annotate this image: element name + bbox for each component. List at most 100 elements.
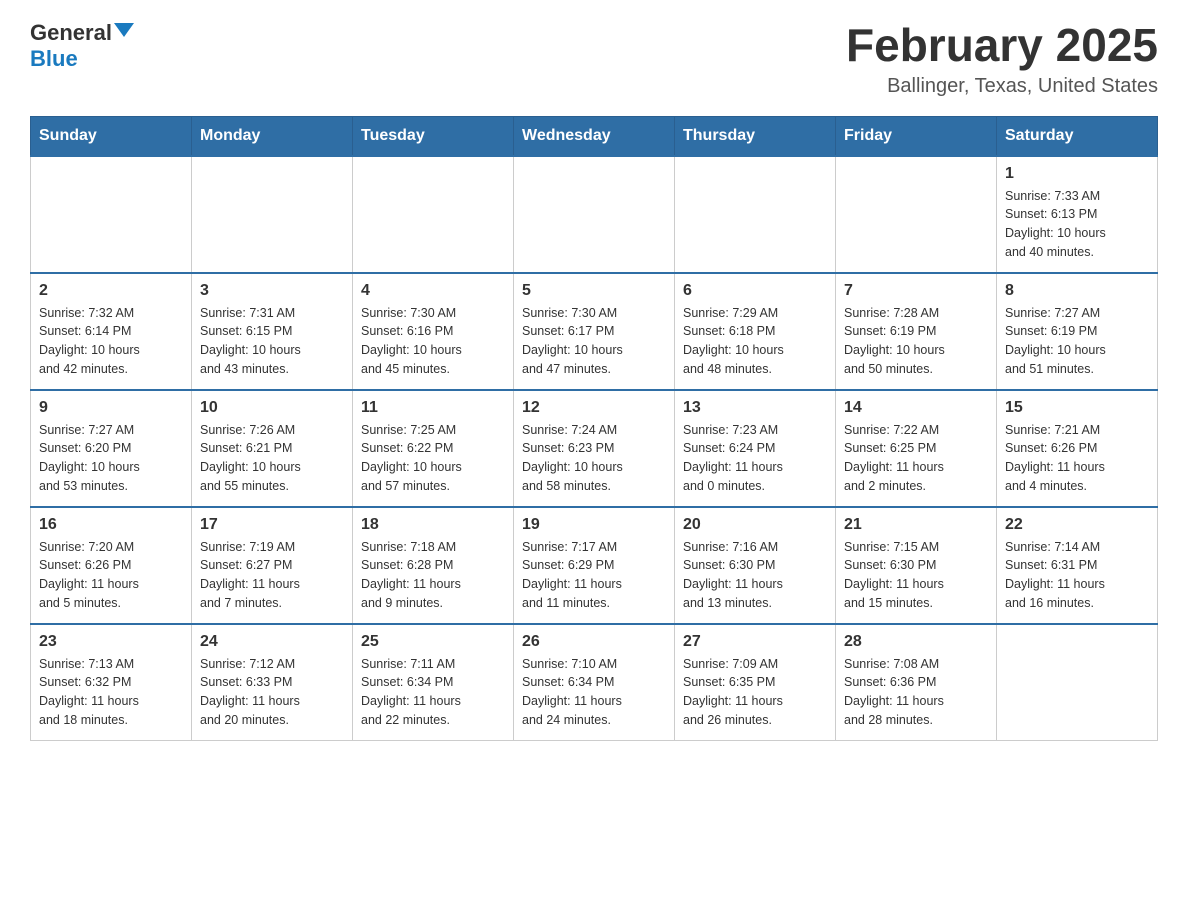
day-info: Sunrise: 7:30 AM Sunset: 6:16 PM Dayligh…: [361, 304, 505, 379]
calendar-cell: [192, 156, 353, 273]
day-number: 11: [361, 399, 505, 417]
day-number: 23: [39, 633, 183, 651]
day-info: Sunrise: 7:13 AM Sunset: 6:32 PM Dayligh…: [39, 655, 183, 730]
title-block: February 2025 Ballinger, Texas, United S…: [846, 20, 1158, 98]
day-number: 1: [1005, 165, 1149, 183]
day-info: Sunrise: 7:28 AM Sunset: 6:19 PM Dayligh…: [844, 304, 988, 379]
day-number: 14: [844, 399, 988, 417]
day-of-week-header: Wednesday: [514, 116, 675, 156]
day-info: Sunrise: 7:14 AM Sunset: 6:31 PM Dayligh…: [1005, 538, 1149, 613]
day-info: Sunrise: 7:25 AM Sunset: 6:22 PM Dayligh…: [361, 421, 505, 496]
logo-blue-text: Blue: [30, 46, 78, 72]
day-info: Sunrise: 7:21 AM Sunset: 6:26 PM Dayligh…: [1005, 421, 1149, 496]
calendar-cell: 20 Sunrise: 7:16 AM Sunset: 6:30 PM Dayli…: [675, 507, 836, 624]
day-number: 4: [361, 282, 505, 300]
calendar-cell: 16Sunrise: 7:20 AM Sunset: 6:26 PM Dayli…: [31, 507, 192, 624]
calendar-week-row: 9 Sunrise: 7:27 AM Sunset: 6:20 PM Daylig…: [31, 390, 1158, 507]
day-info: Sunrise: 7:23 AM Sunset: 6:24 PM Dayligh…: [683, 421, 827, 496]
day-info: Sunrise: 7:31 AM Sunset: 6:15 PM Dayligh…: [200, 304, 344, 379]
day-of-week-header: Saturday: [997, 116, 1158, 156]
day-number: 26: [522, 633, 666, 651]
calendar-cell: 19 Sunrise: 7:17 AM Sunset: 6:29 PM Dayli…: [514, 507, 675, 624]
calendar-cell: 17 Sunrise: 7:19 AM Sunset: 6:27 PM Dayli…: [192, 507, 353, 624]
day-number: 16: [39, 516, 183, 534]
calendar-cell: [836, 156, 997, 273]
calendar-cell: 25Sunrise: 7:11 AM Sunset: 6:34 PM Dayli…: [353, 624, 514, 741]
day-number: 2: [39, 282, 183, 300]
calendar-cell: [31, 156, 192, 273]
day-number: 19: [522, 516, 666, 534]
day-number: 17: [200, 516, 344, 534]
calendar-cell: 1 Sunrise: 7:33 AM Sunset: 6:13 PM Daylig…: [997, 156, 1158, 273]
page-header: General Blue February 2025 Ballinger, Te…: [30, 20, 1158, 98]
calendar-cell: 10 Sunrise: 7:26 AM Sunset: 6:21 PM Dayli…: [192, 390, 353, 507]
calendar-cell: 13 Sunrise: 7:23 AM Sunset: 6:24 PM Dayli…: [675, 390, 836, 507]
day-number: 12: [522, 399, 666, 417]
day-info: Sunrise: 7:12 AM Sunset: 6:33 PM Dayligh…: [200, 655, 344, 730]
day-number: 8: [1005, 282, 1149, 300]
day-number: 3: [200, 282, 344, 300]
day-number: 7: [844, 282, 988, 300]
calendar-cell: 28 Sunrise: 7:08 AM Sunset: 6:36 PM Dayli…: [836, 624, 997, 741]
calendar-cell: 6 Sunrise: 7:29 AM Sunset: 6:18 PM Daylig…: [675, 273, 836, 390]
day-number: 10: [200, 399, 344, 417]
day-number: 18: [361, 516, 505, 534]
calendar-table: SundayMondayTuesdayWednesdayThursdayFrid…: [30, 116, 1158, 741]
day-info: Sunrise: 7:10 AM Sunset: 6:34 PM Dayligh…: [522, 655, 666, 730]
calendar-cell: [997, 624, 1158, 741]
logo: General Blue: [30, 20, 134, 72]
calendar-week-row: 16Sunrise: 7:20 AM Sunset: 6:26 PM Dayli…: [31, 507, 1158, 624]
day-info: Sunrise: 7:15 AM Sunset: 6:30 PM Dayligh…: [844, 538, 988, 613]
calendar-cell: 12 Sunrise: 7:24 AM Sunset: 6:23 PM Dayli…: [514, 390, 675, 507]
day-number: 21: [844, 516, 988, 534]
day-info: Sunrise: 7:30 AM Sunset: 6:17 PM Dayligh…: [522, 304, 666, 379]
day-of-week-header: Tuesday: [353, 116, 514, 156]
day-number: 24: [200, 633, 344, 651]
day-info: Sunrise: 7:29 AM Sunset: 6:18 PM Dayligh…: [683, 304, 827, 379]
calendar-cell: [514, 156, 675, 273]
day-number: 20: [683, 516, 827, 534]
day-info: Sunrise: 7:09 AM Sunset: 6:35 PM Dayligh…: [683, 655, 827, 730]
calendar-week-row: 1 Sunrise: 7:33 AM Sunset: 6:13 PM Daylig…: [31, 156, 1158, 273]
day-of-week-header: Sunday: [31, 116, 192, 156]
day-info: Sunrise: 7:27 AM Sunset: 6:20 PM Dayligh…: [39, 421, 183, 496]
calendar-cell: 3 Sunrise: 7:31 AM Sunset: 6:15 PM Daylig…: [192, 273, 353, 390]
logo-triangle-icon: [114, 23, 134, 37]
calendar-cell: 5 Sunrise: 7:30 AM Sunset: 6:17 PM Daylig…: [514, 273, 675, 390]
calendar-cell: 4 Sunrise: 7:30 AM Sunset: 6:16 PM Daylig…: [353, 273, 514, 390]
day-info: Sunrise: 7:16 AM Sunset: 6:30 PM Dayligh…: [683, 538, 827, 613]
calendar-cell: 27 Sunrise: 7:09 AM Sunset: 6:35 PM Dayli…: [675, 624, 836, 741]
calendar-cell: 22 Sunrise: 7:14 AM Sunset: 6:31 PM Dayli…: [997, 507, 1158, 624]
calendar-cell: 11 Sunrise: 7:25 AM Sunset: 6:22 PM Dayli…: [353, 390, 514, 507]
calendar-cell: 8Sunrise: 7:27 AM Sunset: 6:19 PM Daylig…: [997, 273, 1158, 390]
calendar-cell: 26 Sunrise: 7:10 AM Sunset: 6:34 PM Dayli…: [514, 624, 675, 741]
calendar-cell: [675, 156, 836, 273]
calendar-cell: 7 Sunrise: 7:28 AM Sunset: 6:19 PM Daylig…: [836, 273, 997, 390]
day-info: Sunrise: 7:18 AM Sunset: 6:28 PM Dayligh…: [361, 538, 505, 613]
day-info: Sunrise: 7:17 AM Sunset: 6:29 PM Dayligh…: [522, 538, 666, 613]
day-of-week-header: Thursday: [675, 116, 836, 156]
day-info: Sunrise: 7:08 AM Sunset: 6:36 PM Dayligh…: [844, 655, 988, 730]
calendar-cell: 2Sunrise: 7:32 AM Sunset: 6:14 PM Daylig…: [31, 273, 192, 390]
calendar-header-row: SundayMondayTuesdayWednesdayThursdayFrid…: [31, 116, 1158, 156]
day-number: 22: [1005, 516, 1149, 534]
day-number: 28: [844, 633, 988, 651]
calendar-cell: 15 Sunrise: 7:21 AM Sunset: 6:26 PM Dayli…: [997, 390, 1158, 507]
day-info: Sunrise: 7:22 AM Sunset: 6:25 PM Dayligh…: [844, 421, 988, 496]
day-info: Sunrise: 7:19 AM Sunset: 6:27 PM Dayligh…: [200, 538, 344, 613]
calendar-week-row: 23 Sunrise: 7:13 AM Sunset: 6:32 PM Dayli…: [31, 624, 1158, 741]
day-number: 13: [683, 399, 827, 417]
day-number: 15: [1005, 399, 1149, 417]
calendar-cell: 24 Sunrise: 7:12 AM Sunset: 6:33 PM Dayli…: [192, 624, 353, 741]
logo-general-text: General: [30, 20, 112, 46]
calendar-cell: 14 Sunrise: 7:22 AM Sunset: 6:25 PM Dayli…: [836, 390, 997, 507]
day-of-week-header: Friday: [836, 116, 997, 156]
day-info: Sunrise: 7:24 AM Sunset: 6:23 PM Dayligh…: [522, 421, 666, 496]
day-info: Sunrise: 7:26 AM Sunset: 6:21 PM Dayligh…: [200, 421, 344, 496]
day-number: 27: [683, 633, 827, 651]
day-number: 6: [683, 282, 827, 300]
day-info: Sunrise: 7:33 AM Sunset: 6:13 PM Dayligh…: [1005, 187, 1149, 262]
day-number: 9: [39, 399, 183, 417]
day-number: 5: [522, 282, 666, 300]
calendar-cell: 9 Sunrise: 7:27 AM Sunset: 6:20 PM Daylig…: [31, 390, 192, 507]
